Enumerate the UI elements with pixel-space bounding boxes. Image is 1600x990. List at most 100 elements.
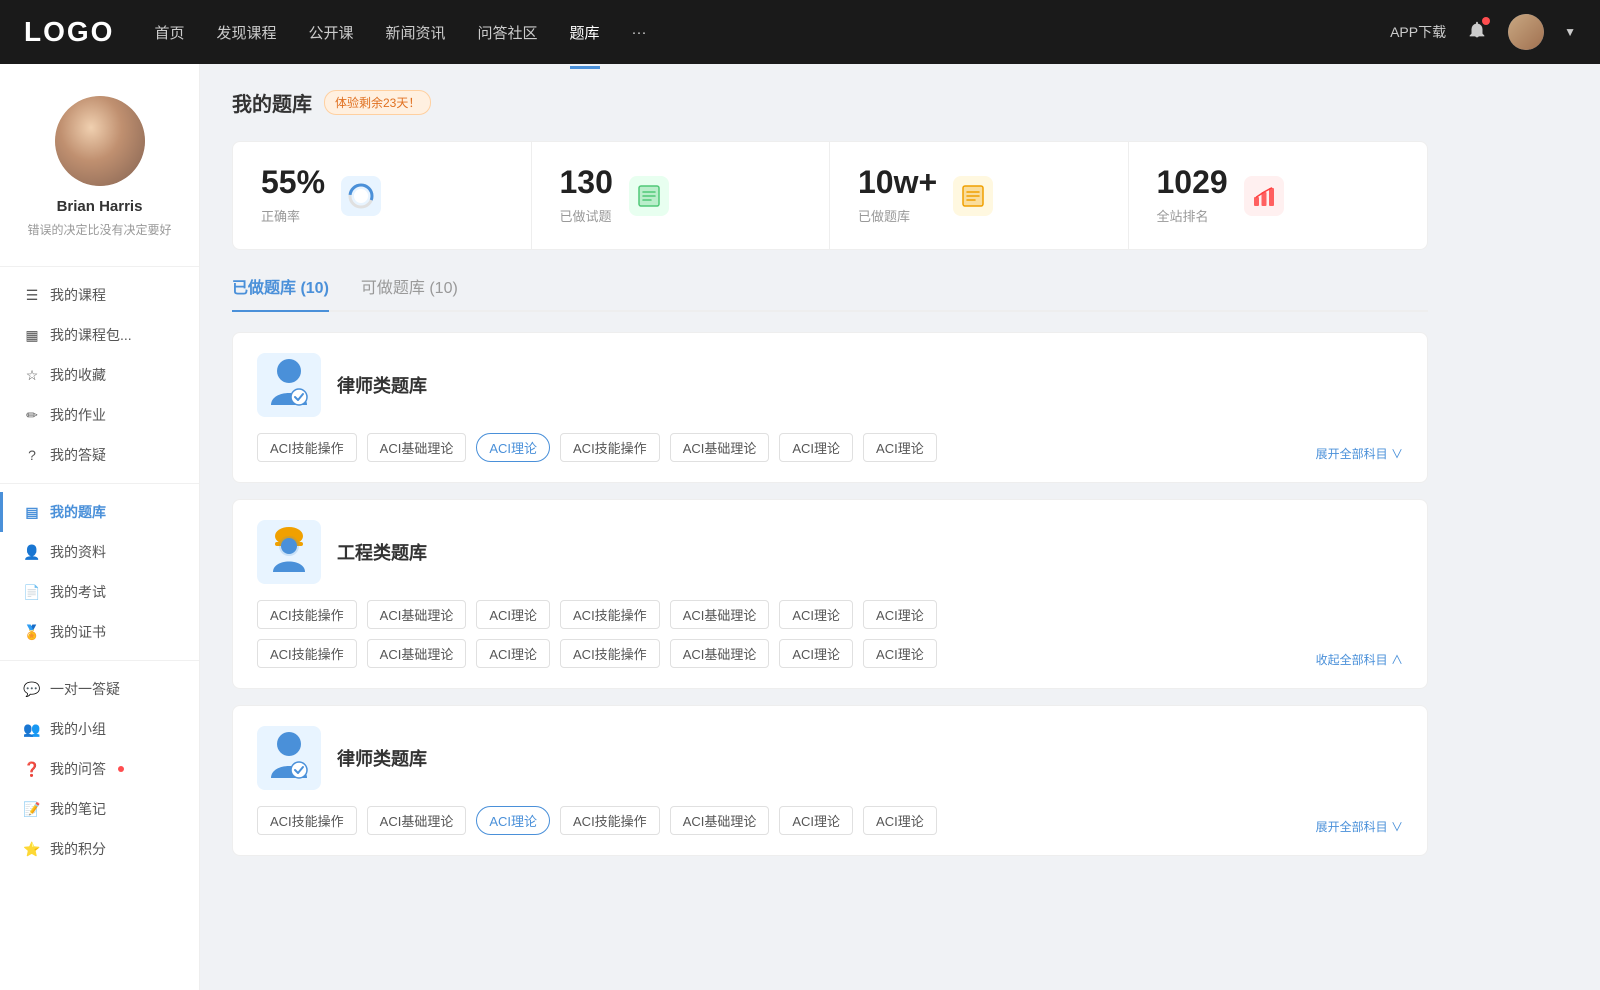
sidebar-item-my-courses[interactable]: ☰ 我的课程 bbox=[0, 275, 199, 315]
tag-lawyer2-4[interactable]: ACI基础理论 bbox=[670, 806, 770, 835]
tag-eng1-r1-6[interactable]: ACI理论 bbox=[863, 600, 937, 629]
sidebar-item-favorites[interactable]: ☆ 我的收藏 bbox=[0, 355, 199, 395]
qbank-card-engineer1: 工程类题库 ACI技能操作 ACI基础理论 ACI理论 ACI技能操作 ACI基… bbox=[232, 499, 1428, 689]
nav-news[interactable]: 新闻资讯 bbox=[386, 18, 446, 47]
nav-open-course[interactable]: 公开课 bbox=[308, 18, 353, 47]
stat-site-rank: 1029 全站排名 bbox=[1129, 142, 1428, 249]
star-icon: ☆ bbox=[24, 367, 40, 383]
tag-eng1-r1-0[interactable]: ACI技能操作 bbox=[257, 600, 357, 629]
tag-lawyer2-3[interactable]: ACI技能操作 bbox=[560, 806, 660, 835]
sidebar-item-label: 我的小组 bbox=[50, 719, 106, 739]
sidebar-divider-top bbox=[0, 266, 199, 267]
sidebar-item-homework[interactable]: ✏ 我的作业 bbox=[0, 395, 199, 435]
sidebar-item-one-on-one[interactable]: 💬 一对一答疑 bbox=[0, 669, 199, 709]
sidebar-item-question-bank[interactable]: ▤ 我的题库 bbox=[0, 492, 199, 532]
sidebar-item-my-data[interactable]: 👤 我的资料 bbox=[0, 532, 199, 572]
expand-link-engineer1[interactable]: 收起全部科目 ∧ bbox=[1316, 651, 1403, 668]
tag-lawyer1-2[interactable]: ACI理论 bbox=[476, 433, 550, 462]
qbank-card-lawyer1: 律师类题库 ACI技能操作 ACI基础理论 ACI理论 ACI技能操作 ACI基… bbox=[232, 332, 1428, 483]
profile-avatar[interactable] bbox=[55, 96, 145, 186]
tag-eng1-r2-5[interactable]: ACI理论 bbox=[779, 639, 853, 668]
tag-eng1-r2-2[interactable]: ACI理论 bbox=[476, 639, 550, 668]
qbank-card-lawyer2: 律师类题库 ACI技能操作 ACI基础理论 ACI理论 ACI技能操作 ACI基… bbox=[232, 705, 1428, 856]
tag-eng1-r1-1[interactable]: ACI基础理论 bbox=[367, 600, 467, 629]
tag-eng1-r1-2[interactable]: ACI理论 bbox=[476, 600, 550, 629]
sidebar-item-label: 我的积分 bbox=[50, 839, 106, 859]
sidebar-item-label: 我的证书 bbox=[50, 622, 106, 642]
tag-lawyer1-1[interactable]: ACI基础理论 bbox=[367, 433, 467, 462]
trial-badge: 体验剩余23天！ bbox=[324, 90, 431, 115]
profile-motto: 错误的决定比没有决定要好 bbox=[27, 221, 171, 238]
tag-eng1-r2-1[interactable]: ACI基础理论 bbox=[367, 639, 467, 668]
tag-lawyer1-0[interactable]: ACI技能操作 bbox=[257, 433, 357, 462]
sidebar-item-groups[interactable]: 👥 我的小组 bbox=[0, 709, 199, 749]
expand-link-lawyer1[interactable]: 展开全部科目 ∨ bbox=[1316, 445, 1403, 462]
sidebar: Brian Harris 错误的决定比没有决定要好 ☰ 我的课程 ▦ 我的课程包… bbox=[0, 64, 200, 990]
tag-lawyer2-5[interactable]: ACI理论 bbox=[779, 806, 853, 835]
nav-home[interactable]: 首页 bbox=[154, 18, 184, 47]
expand-link-lawyer2[interactable]: 展开全部科目 ∨ bbox=[1316, 818, 1403, 835]
tag-eng1-r2-0[interactable]: ACI技能操作 bbox=[257, 639, 357, 668]
tab-available-banks[interactable]: 可做题库 (10) bbox=[361, 274, 458, 310]
navbar: LOGO 首页 发现课程 公开课 新闻资讯 问答社区 题库 ··· APP下载 … bbox=[0, 0, 1600, 64]
sidebar-item-label: 我的题库 bbox=[50, 502, 106, 522]
tag-eng1-r2-6[interactable]: ACI理论 bbox=[863, 639, 937, 668]
nav-menu: 首页 发现课程 公开课 新闻资讯 问答社区 题库 ··· bbox=[154, 18, 1390, 47]
nav-qa[interactable]: 问答社区 bbox=[478, 18, 538, 47]
sidebar-item-label: 我的课程包... bbox=[50, 325, 132, 345]
lawyer-icon bbox=[265, 357, 313, 413]
tag-lawyer2-2[interactable]: ACI理论 bbox=[476, 806, 550, 835]
tag-eng1-r2-3[interactable]: ACI技能操作 bbox=[560, 639, 660, 668]
tag-lawyer1-3[interactable]: ACI技能操作 bbox=[560, 433, 660, 462]
lawyer2-icon bbox=[265, 730, 313, 786]
tag-lawyer2-0[interactable]: ACI技能操作 bbox=[257, 806, 357, 835]
pie-chart-icon bbox=[347, 182, 375, 210]
qa-icon: ❓ bbox=[24, 761, 40, 777]
app-download-button[interactable]: APP下载 bbox=[1390, 22, 1446, 42]
stat-site-rank-label: 全站排名 bbox=[1157, 206, 1228, 225]
tag-lawyer2-6[interactable]: ACI理论 bbox=[863, 806, 937, 835]
sidebar-item-label: 我的问答 bbox=[50, 759, 106, 779]
sidebar-item-course-packages[interactable]: ▦ 我的课程包... bbox=[0, 315, 199, 355]
sidebar-item-notes[interactable]: 📝 我的笔记 bbox=[0, 789, 199, 829]
nav-more[interactable]: ··· bbox=[632, 20, 647, 45]
sidebar-item-qa-mine[interactable]: ? 我的答疑 bbox=[0, 435, 199, 475]
stat-accuracy-icon bbox=[341, 176, 381, 216]
sidebar-item-certificates[interactable]: 🏅 我的证书 bbox=[0, 612, 199, 652]
qbank-title-lawyer1: 律师类题库 bbox=[337, 372, 427, 398]
sidebar-item-label: 我的作业 bbox=[50, 405, 106, 425]
avatar-image bbox=[55, 96, 145, 186]
edit-icon: ✏ bbox=[24, 407, 40, 423]
sidebar-item-exams[interactable]: 📄 我的考试 bbox=[0, 572, 199, 612]
qbank-tags-lawyer1: ACI技能操作 ACI基础理论 ACI理论 ACI技能操作 ACI基础理论 AC… bbox=[257, 433, 1403, 462]
tag-lawyer2-1[interactable]: ACI基础理论 bbox=[367, 806, 467, 835]
tag-eng1-r1-3[interactable]: ACI技能操作 bbox=[560, 600, 660, 629]
stat-done-questions-icon bbox=[629, 176, 669, 216]
tag-eng1-r1-5[interactable]: ACI理论 bbox=[779, 600, 853, 629]
cert-icon: 🏅 bbox=[24, 624, 40, 640]
nav-courses[interactable]: 发现课程 bbox=[216, 18, 276, 47]
tag-eng1-r2-4[interactable]: ACI基础理论 bbox=[670, 639, 770, 668]
sidebar-divider-mid bbox=[0, 483, 199, 484]
avatar-image bbox=[1508, 14, 1544, 50]
stat-done-questions-label: 已做试题 bbox=[560, 206, 613, 225]
stat-done-banks: 10w+ 已做题库 bbox=[830, 142, 1129, 249]
logo[interactable]: LOGO bbox=[24, 16, 114, 48]
tab-row: 已做题库 (10) 可做题库 (10) bbox=[232, 274, 1428, 312]
tag-lawyer1-4[interactable]: ACI基础理论 bbox=[670, 433, 770, 462]
tag-lawyer1-5[interactable]: ACI理论 bbox=[779, 433, 853, 462]
nav-question-bank[interactable]: 题库 bbox=[570, 18, 600, 47]
sidebar-menu: ☰ 我的课程 ▦ 我的课程包... ☆ 我的收藏 ✏ 我的作业 ? 我的答疑 bbox=[0, 275, 199, 869]
sidebar-item-label: 一对一答疑 bbox=[50, 679, 120, 699]
tag-lawyer1-6[interactable]: ACI理论 bbox=[863, 433, 937, 462]
chat-icon: 💬 bbox=[24, 681, 40, 697]
file-icon: ☰ bbox=[24, 287, 40, 303]
sidebar-item-points[interactable]: ⭐ 我的积分 bbox=[0, 829, 199, 869]
user-avatar[interactable] bbox=[1508, 14, 1544, 50]
tab-done-banks[interactable]: 已做题库 (10) bbox=[232, 274, 329, 310]
notification-bell[interactable] bbox=[1466, 19, 1488, 46]
bank-icon: ▤ bbox=[24, 504, 40, 520]
tag-eng1-r1-4[interactable]: ACI基础理论 bbox=[670, 600, 770, 629]
sidebar-item-my-qa[interactable]: ❓ 我的问答 bbox=[0, 749, 199, 789]
user-menu-chevron[interactable]: ▼ bbox=[1564, 25, 1576, 39]
